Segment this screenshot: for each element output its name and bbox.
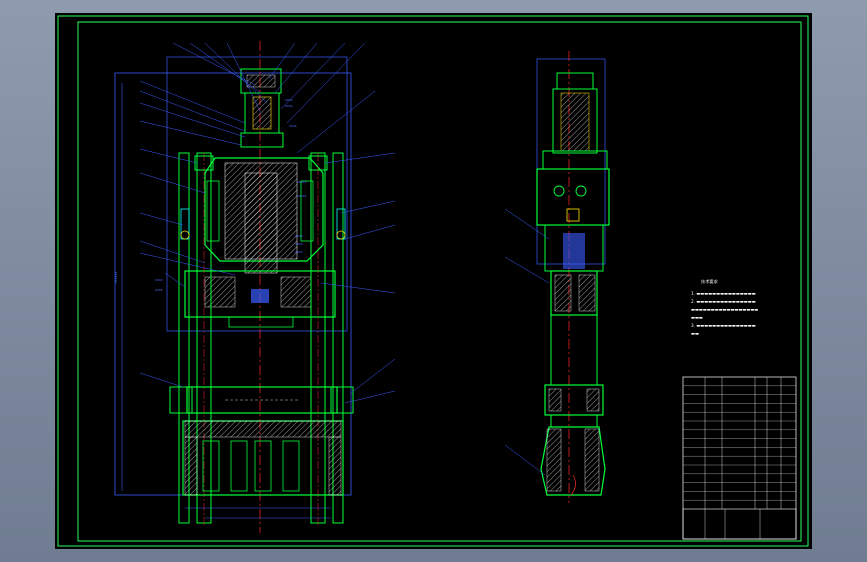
side-view [504, 51, 610, 503]
svg-text:xxxx: xxxx [155, 288, 163, 292]
svg-text:3. ▬▬▬▬▬▬▬▬▬▬▬▬▬▬▬: 3. ▬▬▬▬▬▬▬▬▬▬▬▬▬▬▬ [691, 323, 756, 328]
tech-req-title: 技术要求 [701, 278, 719, 285]
svg-text:▬▬▬: ▬▬▬ [691, 315, 703, 320]
cad-drawing-viewport[interactable]: xxxxx xxxxx xxxx xxxx xxxx xxxx xxxx xxxx xxx… [55, 13, 812, 549]
svg-text:2. ▬▬▬▬▬▬▬▬▬▬▬▬▬▬▬: 2. ▬▬▬▬▬▬▬▬▬▬▬▬▬▬▬ [691, 299, 756, 304]
svg-text:xxxx: xxxx [295, 242, 303, 246]
outer-border [57, 15, 809, 547]
svg-text:xxxx: xxxx [289, 124, 297, 128]
front-view: xxxxxxxxxx xxxxxxxxxxxx xxxxxxxx xxxxxxx… [114, 41, 396, 533]
svg-text:xxxx: xxxx [295, 250, 303, 254]
cad-drawing: xxxxxxxxxx xxxxxxxxxxxx xxxxxxxx xxxxxxx… [57, 15, 809, 547]
svg-text:xxxx: xxxx [155, 278, 163, 282]
title-block [682, 376, 797, 540]
svg-text:xxxx: xxxx [285, 104, 293, 108]
technical-requirements: 技术要求 1. ▬▬▬▬▬▬▬▬▬▬▬▬▬▬▬ 2. ▬▬▬▬▬▬▬▬▬▬▬▬▬… [691, 278, 758, 336]
svg-text:xxxx: xxxx [285, 98, 293, 102]
svg-text:▬▬: ▬▬ [691, 331, 699, 336]
svg-text:xxxxx: xxxxx [297, 180, 307, 184]
svg-text:1. ▬▬▬▬▬▬▬▬▬▬▬▬▬▬▬: 1. ▬▬▬▬▬▬▬▬▬▬▬▬▬▬▬ [691, 291, 756, 296]
svg-text:xxxx: xxxx [295, 234, 303, 238]
svg-text:xxxxx: xxxxx [297, 194, 307, 198]
svg-text:xxxxxx: xxxxxx [114, 271, 118, 283]
svg-text:▬▬▬▬▬▬▬▬▬▬▬▬▬▬▬▬▬: ▬▬▬▬▬▬▬▬▬▬▬▬▬▬▬▬▬ [691, 307, 758, 312]
